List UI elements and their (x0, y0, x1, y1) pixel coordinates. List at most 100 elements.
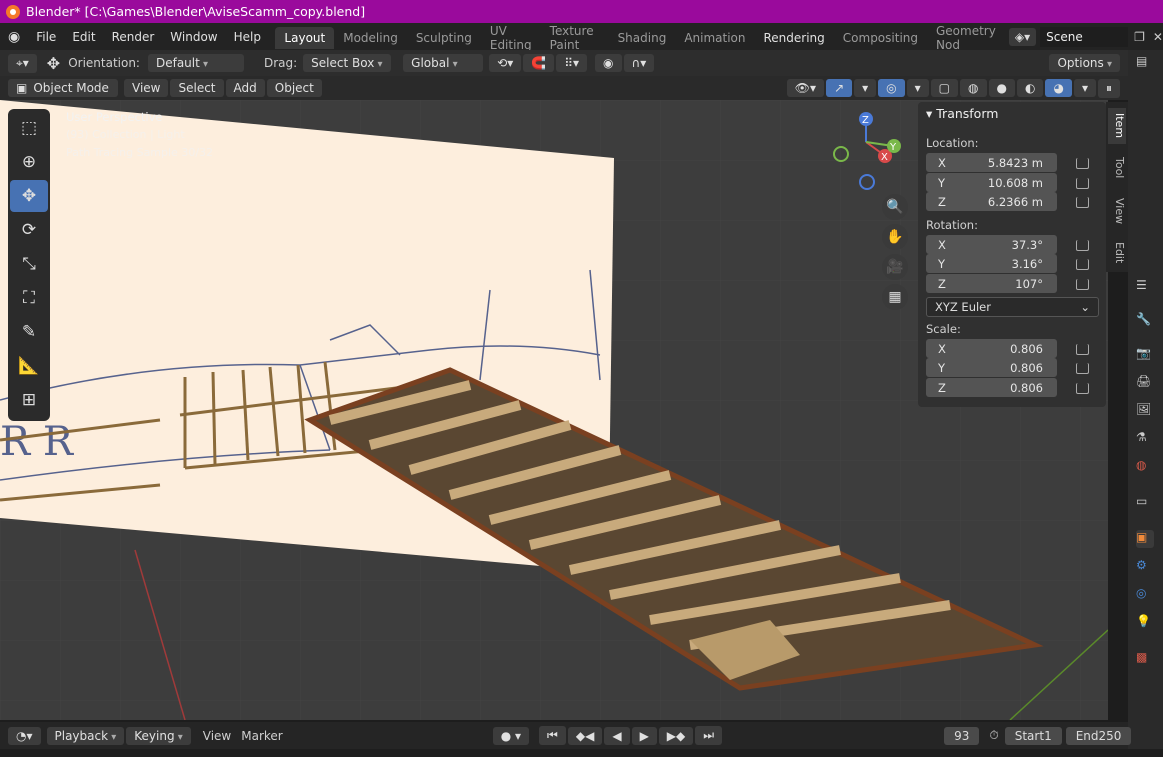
menu-render[interactable]: Render (104, 30, 163, 44)
texture-properties-icon[interactable]: ▩ (1136, 650, 1154, 668)
measure-tool-icon[interactable]: 📐 (10, 350, 48, 382)
record-icon[interactable]: ● ▾ (492, 726, 530, 745)
lock-icon[interactable] (1076, 279, 1089, 290)
new-scene-icon[interactable]: ❐ (1134, 30, 1145, 44)
lock-icon[interactable] (1076, 178, 1089, 189)
scale-z-field[interactable]: Z 0.806 (926, 378, 1057, 397)
tab-compositing[interactable]: Compositing (834, 27, 927, 49)
jump-end-icon[interactable]: ⏭ (695, 726, 723, 745)
render-properties-icon[interactable]: 📷 (1136, 346, 1154, 364)
object-properties-icon[interactable]: ▣ (1136, 530, 1154, 548)
playback-menu[interactable]: Playback (46, 726, 125, 745)
tab-rendering[interactable]: Rendering (755, 27, 834, 49)
menu-edit[interactable]: Edit (64, 30, 103, 44)
modifier-properties-icon[interactable]: ⚙ (1136, 558, 1154, 576)
delete-scene-icon[interactable]: ✕ (1153, 30, 1163, 44)
menu-object[interactable]: Object (266, 79, 322, 97)
physics-properties-icon[interactable]: ◎ (1136, 586, 1154, 604)
lock-icon[interactable] (1076, 197, 1089, 208)
location-x-field[interactable]: X 5.8423 m (926, 153, 1057, 172)
rotation-mode-dropdown[interactable]: XYZ Euler ⌄ (926, 297, 1099, 317)
menu-file[interactable]: File (28, 30, 64, 44)
ortho-grid-icon[interactable]: ▦ (882, 284, 908, 310)
rotation-x-field[interactable]: X 37.3° (926, 235, 1057, 254)
solid-shading-icon[interactable]: ● (988, 79, 1015, 97)
xray-icon[interactable]: ▢ (930, 79, 959, 97)
timeline-editor-icon[interactable]: ◔▾ (8, 726, 41, 745)
tab-sculpting[interactable]: Sculpting (407, 27, 481, 49)
pause-render-icon[interactable]: ⏸ (1097, 78, 1120, 98)
tab-tool[interactable]: Tool (1108, 152, 1126, 184)
menu-window[interactable]: Window (162, 30, 225, 44)
tab-modeling[interactable]: Modeling (334, 27, 407, 49)
lock-icon[interactable] (1076, 259, 1089, 270)
menu-help[interactable]: Help (226, 30, 269, 44)
add-cube-tool-icon[interactable]: ⊞ (10, 384, 48, 416)
view-layer-icon[interactable]: 🖼 (1136, 402, 1154, 420)
marker-menu[interactable]: Marker (241, 729, 282, 743)
move-tool-icon[interactable]: ✥ (10, 180, 48, 212)
play-reverse-icon[interactable]: ◀ (604, 726, 630, 745)
transform-tool-icon[interactable]: ⛶ (10, 282, 48, 314)
proportional-edit-icon[interactable]: ◉ (595, 54, 622, 72)
lock-icon[interactable] (1076, 383, 1089, 394)
transform-header[interactable]: ▾ Transform (926, 106, 998, 121)
camera-view-icon[interactable]: 🎥 (882, 254, 908, 280)
overlay-dropdown-icon[interactable]: ▾ (906, 79, 929, 97)
overlay-toggle-icon[interactable]: ◎ (878, 79, 905, 97)
gizmo-dropdown-icon[interactable]: ▾ (854, 79, 877, 97)
annotate-tool-icon[interactable]: ✎ (10, 316, 48, 348)
snap-target-icon[interactable]: ⠿▾ (556, 54, 588, 72)
tab-animation[interactable]: Animation (675, 27, 754, 49)
tab-edit[interactable]: Edit (1108, 238, 1126, 268)
blender-menu-icon[interactable]: ◉ (0, 29, 28, 45)
object-data-light-icon[interactable]: 💡 (1136, 614, 1154, 632)
menu-select[interactable]: Select (170, 79, 224, 97)
lock-icon[interactable] (1076, 344, 1089, 355)
menu-view[interactable]: View (124, 79, 169, 97)
lock-icon[interactable] (1076, 240, 1089, 251)
zoom-icon[interactable]: 🔍 (882, 194, 908, 220)
lock-icon[interactable] (1076, 158, 1089, 169)
pan-hand-icon[interactable]: ✋ (882, 224, 908, 250)
output-properties-icon[interactable]: 🖨 (1136, 374, 1154, 392)
material-shading-icon[interactable]: ◐ (1016, 79, 1044, 97)
timeline-view-menu[interactable]: View (203, 729, 231, 743)
editor-type-icon[interactable]: ▤ (1136, 54, 1154, 72)
next-keyframe-icon[interactable]: ▶◆ (658, 726, 694, 745)
gizmo-toggle-icon[interactable]: ↗ (826, 79, 853, 97)
rotate-tool-icon[interactable]: ⟳ (10, 214, 48, 246)
start-frame-field[interactable]: Start 1 (1004, 726, 1062, 745)
pivot-point-icon[interactable]: ⟲▾ (489, 54, 522, 72)
prev-keyframe-icon[interactable]: ◆◀ (567, 726, 603, 745)
play-icon[interactable]: ▶ (631, 726, 657, 745)
world-properties-icon[interactable]: ◍ (1136, 458, 1154, 476)
scale-x-field[interactable]: X 0.806 (926, 339, 1057, 358)
tab-layout[interactable]: Layout (275, 27, 335, 49)
cursor-tool-icon[interactable]: ⊕ (10, 146, 48, 178)
shading-dropdown-icon[interactable]: ▾ (1073, 79, 1096, 97)
tab-view[interactable]: View (1108, 194, 1126, 228)
editor-type-icon[interactable]: ⌖▾ (8, 53, 37, 73)
location-z-field[interactable]: Z 6.2366 m (926, 192, 1057, 211)
stopwatch-icon[interactable]: ⏱ (989, 728, 998, 743)
rotation-y-field[interactable]: Y 3.16° (926, 254, 1057, 273)
tool-properties-icon[interactable]: 🔧 (1136, 312, 1154, 330)
collection-properties-icon[interactable]: ▭ (1136, 494, 1154, 512)
menu-add[interactable]: Add (225, 79, 265, 97)
scale-tool-icon[interactable]: ⤡ (10, 248, 48, 280)
rendered-shading-icon[interactable]: ◕ (1045, 79, 1072, 97)
visibility-icon[interactable]: 👁▾ (786, 79, 825, 97)
orientation-dropdown[interactable]: Default (147, 54, 244, 72)
tab-item[interactable]: Item (1108, 108, 1126, 144)
tab-shading[interactable]: Shading (609, 27, 676, 49)
lock-icon[interactable] (1076, 363, 1089, 374)
current-frame-field[interactable]: 93 (944, 726, 980, 745)
scene-name-field[interactable]: Scene (1040, 26, 1129, 47)
falloff-icon[interactable]: ∩▾ (623, 54, 655, 72)
select-box-tool-icon[interactable]: ⬚ (10, 112, 48, 144)
drag-dropdown[interactable]: Select Box (303, 54, 392, 72)
rotation-z-field[interactable]: Z 107° (926, 274, 1057, 293)
snap-icon[interactable]: 🧲 (523, 54, 555, 72)
jump-start-icon[interactable]: ⏮ (539, 726, 566, 745)
